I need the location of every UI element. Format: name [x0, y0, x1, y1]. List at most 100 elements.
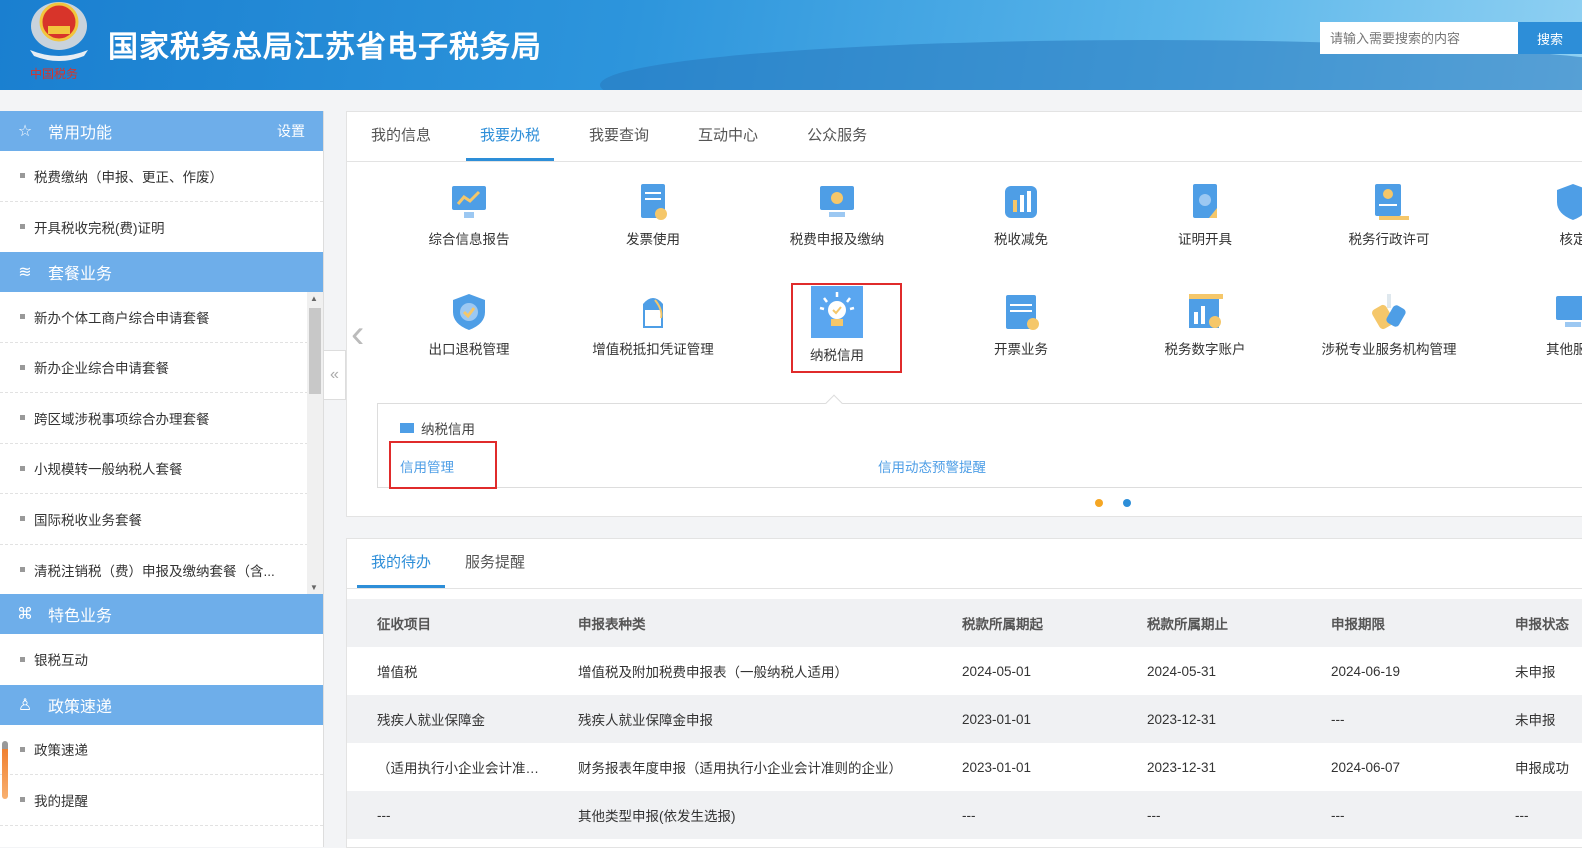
service-label: 综合信息报告 [429, 232, 510, 247]
table-cell: 2023-12-31 [1117, 743, 1301, 791]
service-icon [449, 182, 489, 222]
scroll-down-icon[interactable]: ▼ [310, 583, 318, 592]
table-cell: 增值税 [347, 647, 548, 695]
tab-my-todo[interactable]: 我的待办 [357, 539, 445, 588]
bullet-icon [20, 516, 25, 521]
column-header: 税款所属期起 [932, 599, 1117, 647]
service-item[interactable]: 税费申报及缴纳 [745, 182, 929, 248]
table-cell: --- [1117, 791, 1301, 839]
table-header: 征收项目申报表种类税款所属期起税款所属期止申报期限申报状态 [347, 599, 1582, 647]
service-icon [449, 292, 489, 332]
service-icon [1185, 292, 1225, 332]
service-label: 开票业务 [994, 342, 1048, 357]
search-button[interactable]: 搜索 [1518, 22, 1582, 54]
search-bar: 搜索 [1320, 22, 1582, 54]
section-header-policy[interactable]: ♙ 政策速递 [0, 685, 323, 725]
table-cell: --- [347, 791, 548, 839]
tab-public-service[interactable]: 公众服务 [793, 112, 881, 161]
service-icon [1001, 182, 1041, 222]
service-item[interactable]: 开票业务 [929, 292, 1113, 358]
sidebar-item[interactable]: 政策速递 [0, 725, 323, 776]
bullet-icon [20, 173, 25, 178]
item-label: 国际税收业务套餐 [34, 509, 142, 529]
collapse-sidebar-button[interactable]: « [324, 350, 346, 400]
service-item[interactable]: 核定 [1481, 182, 1582, 248]
bullet-icon [20, 797, 25, 802]
table-cell: --- [1301, 791, 1485, 839]
tab-query[interactable]: 我要查询 [575, 112, 663, 161]
table-row[interactable]: 增值税增值税及附加税费申报表（一般纳税人适用）2024-05-012024-05… [347, 647, 1582, 695]
credit-alert-link[interactable]: 信用动态预警提醒 [878, 456, 986, 476]
section-header-packages[interactable]: ≋ 套餐业务 [0, 252, 323, 292]
service-icon [633, 292, 673, 332]
sidebar-item[interactable]: 跨区域涉税事项综合办理套餐 [0, 393, 323, 444]
service-item[interactable]: 涉税专业服务机构管理 [1297, 292, 1481, 358]
highlight-box [389, 441, 497, 489]
tab-service-reminder[interactable]: 服务提醒 [451, 539, 539, 588]
service-item[interactable]: 税务数字账户 [1113, 292, 1297, 358]
carousel-dot[interactable] [1095, 499, 1103, 507]
sidebar-item[interactable]: 新办企业综合申请套餐 [0, 343, 323, 394]
scrollbar-thumb[interactable] [309, 308, 321, 394]
scrollbar[interactable]: ▲ ▼ [307, 292, 323, 594]
service-item[interactable]: 综合信息报告 [377, 182, 561, 248]
tab-interaction[interactable]: 互动中心 [684, 112, 772, 161]
floating-handle[interactable] [2, 741, 8, 799]
tab-my-info[interactable]: 我的信息 [357, 112, 445, 161]
sidebar-item[interactable]: 税费缴纳（申报、更正、作废） [0, 151, 323, 202]
id-card-icon [400, 423, 414, 433]
column-header: 申报状态 [1485, 599, 1582, 647]
service-item[interactable]: 税收减免 [929, 182, 1113, 248]
service-item[interactable]: 证明开具 [1113, 182, 1297, 248]
item-label: 跨区域涉税事项综合办理套餐 [34, 408, 210, 428]
item-label: 开具税收完税(费)证明 [34, 217, 165, 237]
sidebar: ☆ 常用功能 设置 税费缴纳（申报、更正、作废） 开具税收完税(费)证明 ≋ 套… [0, 111, 324, 847]
service-icon [817, 182, 857, 222]
table-cell: --- [1485, 791, 1582, 839]
bullet-icon [20, 365, 25, 370]
search-input[interactable] [1320, 22, 1518, 54]
column-header: 申报表种类 [548, 599, 932, 647]
service-item[interactable]: 税务行政许可 [1297, 182, 1481, 248]
service-item[interactable]: 增值税抵扣凭证管理 [561, 292, 745, 358]
service-item[interactable]: 发票使用 [561, 182, 745, 248]
column-header: 征收项目 [347, 599, 548, 647]
tab-do-tax[interactable]: 我要办税 [466, 112, 554, 161]
sidebar-item[interactable]: 清税注销税（费）申报及缴纳套餐（含... [0, 545, 323, 595]
sidebar-item[interactable]: 新办个体工商户综合申请套餐 [0, 292, 323, 343]
table-row[interactable]: （适用执行小企业会计准则...财务报表年度申报（适用执行小企业会计准则的企业）2… [347, 743, 1582, 791]
section-header-common[interactable]: ☆ 常用功能 设置 [0, 111, 323, 151]
prev-page-arrow[interactable]: ‹ [351, 312, 364, 357]
table-cell: 申报成功 [1485, 743, 1582, 791]
bullet-icon [20, 466, 25, 471]
sidebar-item[interactable]: 我的提醒 [0, 775, 323, 826]
settings-link[interactable]: 设置 [277, 121, 305, 141]
section-header-special[interactable]: ⌘ 特色业务 [0, 594, 323, 634]
sidebar-item[interactable]: 小规模转一般纳税人套餐 [0, 444, 323, 495]
user-plus-icon: ♙ [16, 696, 34, 714]
sidebar-item[interactable]: 银税互动 [0, 634, 323, 685]
item-label: 小规模转一般纳税人套餐 [34, 458, 183, 478]
carousel-dot[interactable] [1123, 499, 1131, 507]
service-item[interactable]: 出口退税管理 [377, 292, 561, 358]
table-row[interactable]: ---其他类型申报(依发生选报)------------ [347, 791, 1582, 839]
service-icon [1553, 292, 1582, 332]
table-cell: 2023-01-01 [932, 743, 1117, 791]
command-icon: ⌘ [16, 605, 34, 623]
site-header: 中国税务 国家税务总局江苏省电子税务局 搜索 [0, 0, 1582, 90]
section-title: 套餐业务 [48, 260, 112, 284]
todo-table: 征收项目申报表种类税款所属期起税款所属期止申报期限申报状态 增值税增值税及附加税… [347, 599, 1582, 839]
scroll-up-icon[interactable]: ▲ [310, 294, 318, 303]
bullet-icon [20, 567, 25, 572]
service-icon [1185, 182, 1225, 222]
sidebar-item[interactable]: 开具税收完税(费)证明 [0, 202, 323, 253]
service-item[interactable]: 其他服务 [1481, 292, 1582, 358]
table-cell: 其他类型申报(依发生选报) [548, 791, 932, 839]
main-tabs: 我的信息 我要办税 我要查询 互动中心 公众服务 [347, 112, 1582, 162]
detail-title: 纳税信用 [400, 418, 475, 438]
table-row[interactable]: 残疾人就业保障金残疾人就业保障金申报2023-01-012023-12-31--… [347, 695, 1582, 743]
packages-list: 新办个体工商户综合申请套餐 新办企业综合申请套餐 跨区域涉税事项综合办理套餐 小… [0, 292, 323, 594]
sidebar-item[interactable]: 国际税收业务套餐 [0, 494, 323, 545]
table-cell: 残疾人就业保障金申报 [548, 695, 932, 743]
bullet-icon [20, 415, 25, 420]
